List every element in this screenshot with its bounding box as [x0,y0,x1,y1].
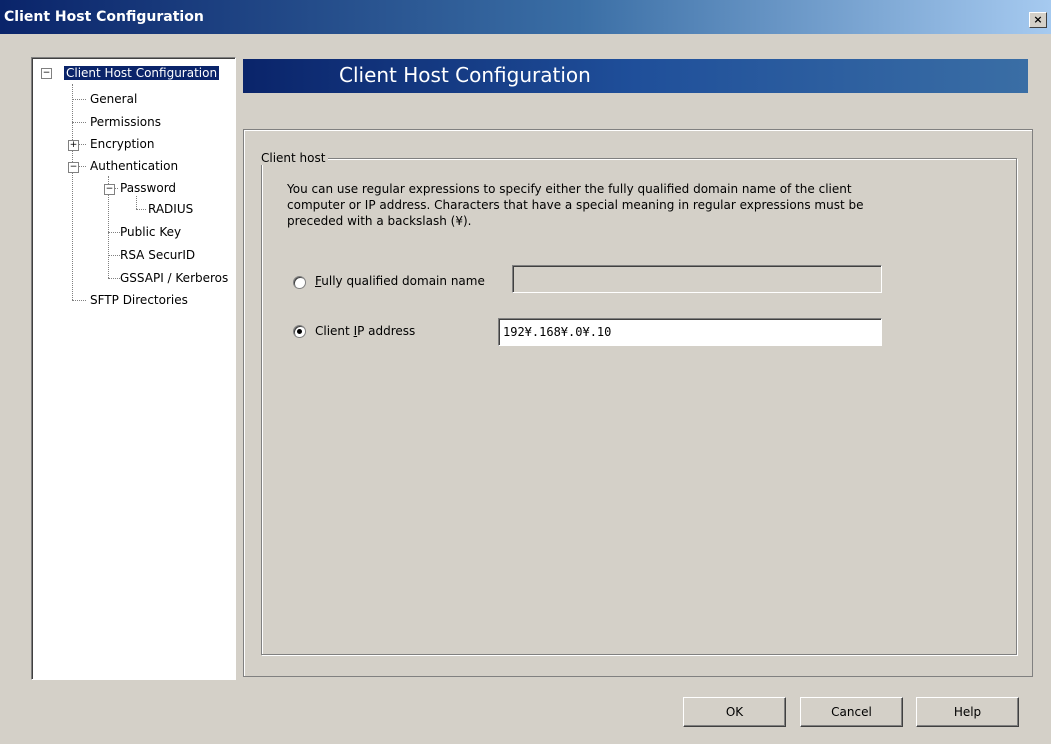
tree-line [108,278,120,279]
tree-item-general[interactable]: General [90,90,137,108]
tree-item-public-key[interactable]: Public Key [120,223,181,241]
fqdn-input[interactable] [512,265,882,293]
help-button[interactable]: Help [916,697,1019,727]
collapse-icon[interactable]: − [41,68,52,79]
tree-line [72,99,86,100]
close-icon[interactable]: × [1029,12,1047,28]
tree-item-radius[interactable]: RADIUS [148,200,193,218]
description-text: You can use regular expressions to speci… [287,182,864,228]
fqdn-radio[interactable] [293,276,306,289]
ip-address-input[interactable]: 192¥.168¥.0¥.10 [498,318,882,346]
tree-item-client-host-configuration[interactable]: Client Host Configuration [64,64,220,82]
ip-radio[interactable] [293,325,306,338]
collapse-icon[interactable]: − [104,184,115,195]
tree-line [136,196,137,209]
tree-line [72,84,73,300]
ok-button[interactable]: OK [683,697,786,727]
tree-item-gssapi-kerberos[interactable]: GSSAPI / Kerberos [120,269,228,287]
page-title: Client Host Configuration [339,63,591,87]
tree-item-encryption[interactable]: Encryption [90,135,154,153]
title-bar: Client Host Configuration × [0,0,1051,34]
tree-item-sftp-directories[interactable]: SFTP Directories [90,291,188,309]
tree-item-permissions[interactable]: Permissions [90,113,161,131]
ip-label[interactable]: Client IP address [315,324,415,338]
tree-line [72,122,86,123]
tree-item-authentication[interactable]: Authentication [90,157,178,175]
expand-icon[interactable]: + [68,140,79,151]
page-header: Client Host Configuration [243,59,1028,93]
client-host-group [261,158,1017,655]
tree-item-rsa-securid[interactable]: RSA SecurID [120,246,195,264]
tree-line [72,300,86,301]
window-title: Client Host Configuration [4,9,204,25]
tree-item-password[interactable]: Password [120,179,176,197]
fqdn-label[interactable]: Fully qualified domain name [315,274,485,288]
collapse-icon[interactable]: − [68,162,79,173]
navigation-tree[interactable]: − Client Host Configuration General Perm… [31,57,236,680]
cancel-button[interactable]: Cancel [800,697,903,727]
tree-line [108,255,120,256]
tree-line [108,232,120,233]
group-legend: Client host [258,151,329,165]
tree-line [136,209,146,210]
